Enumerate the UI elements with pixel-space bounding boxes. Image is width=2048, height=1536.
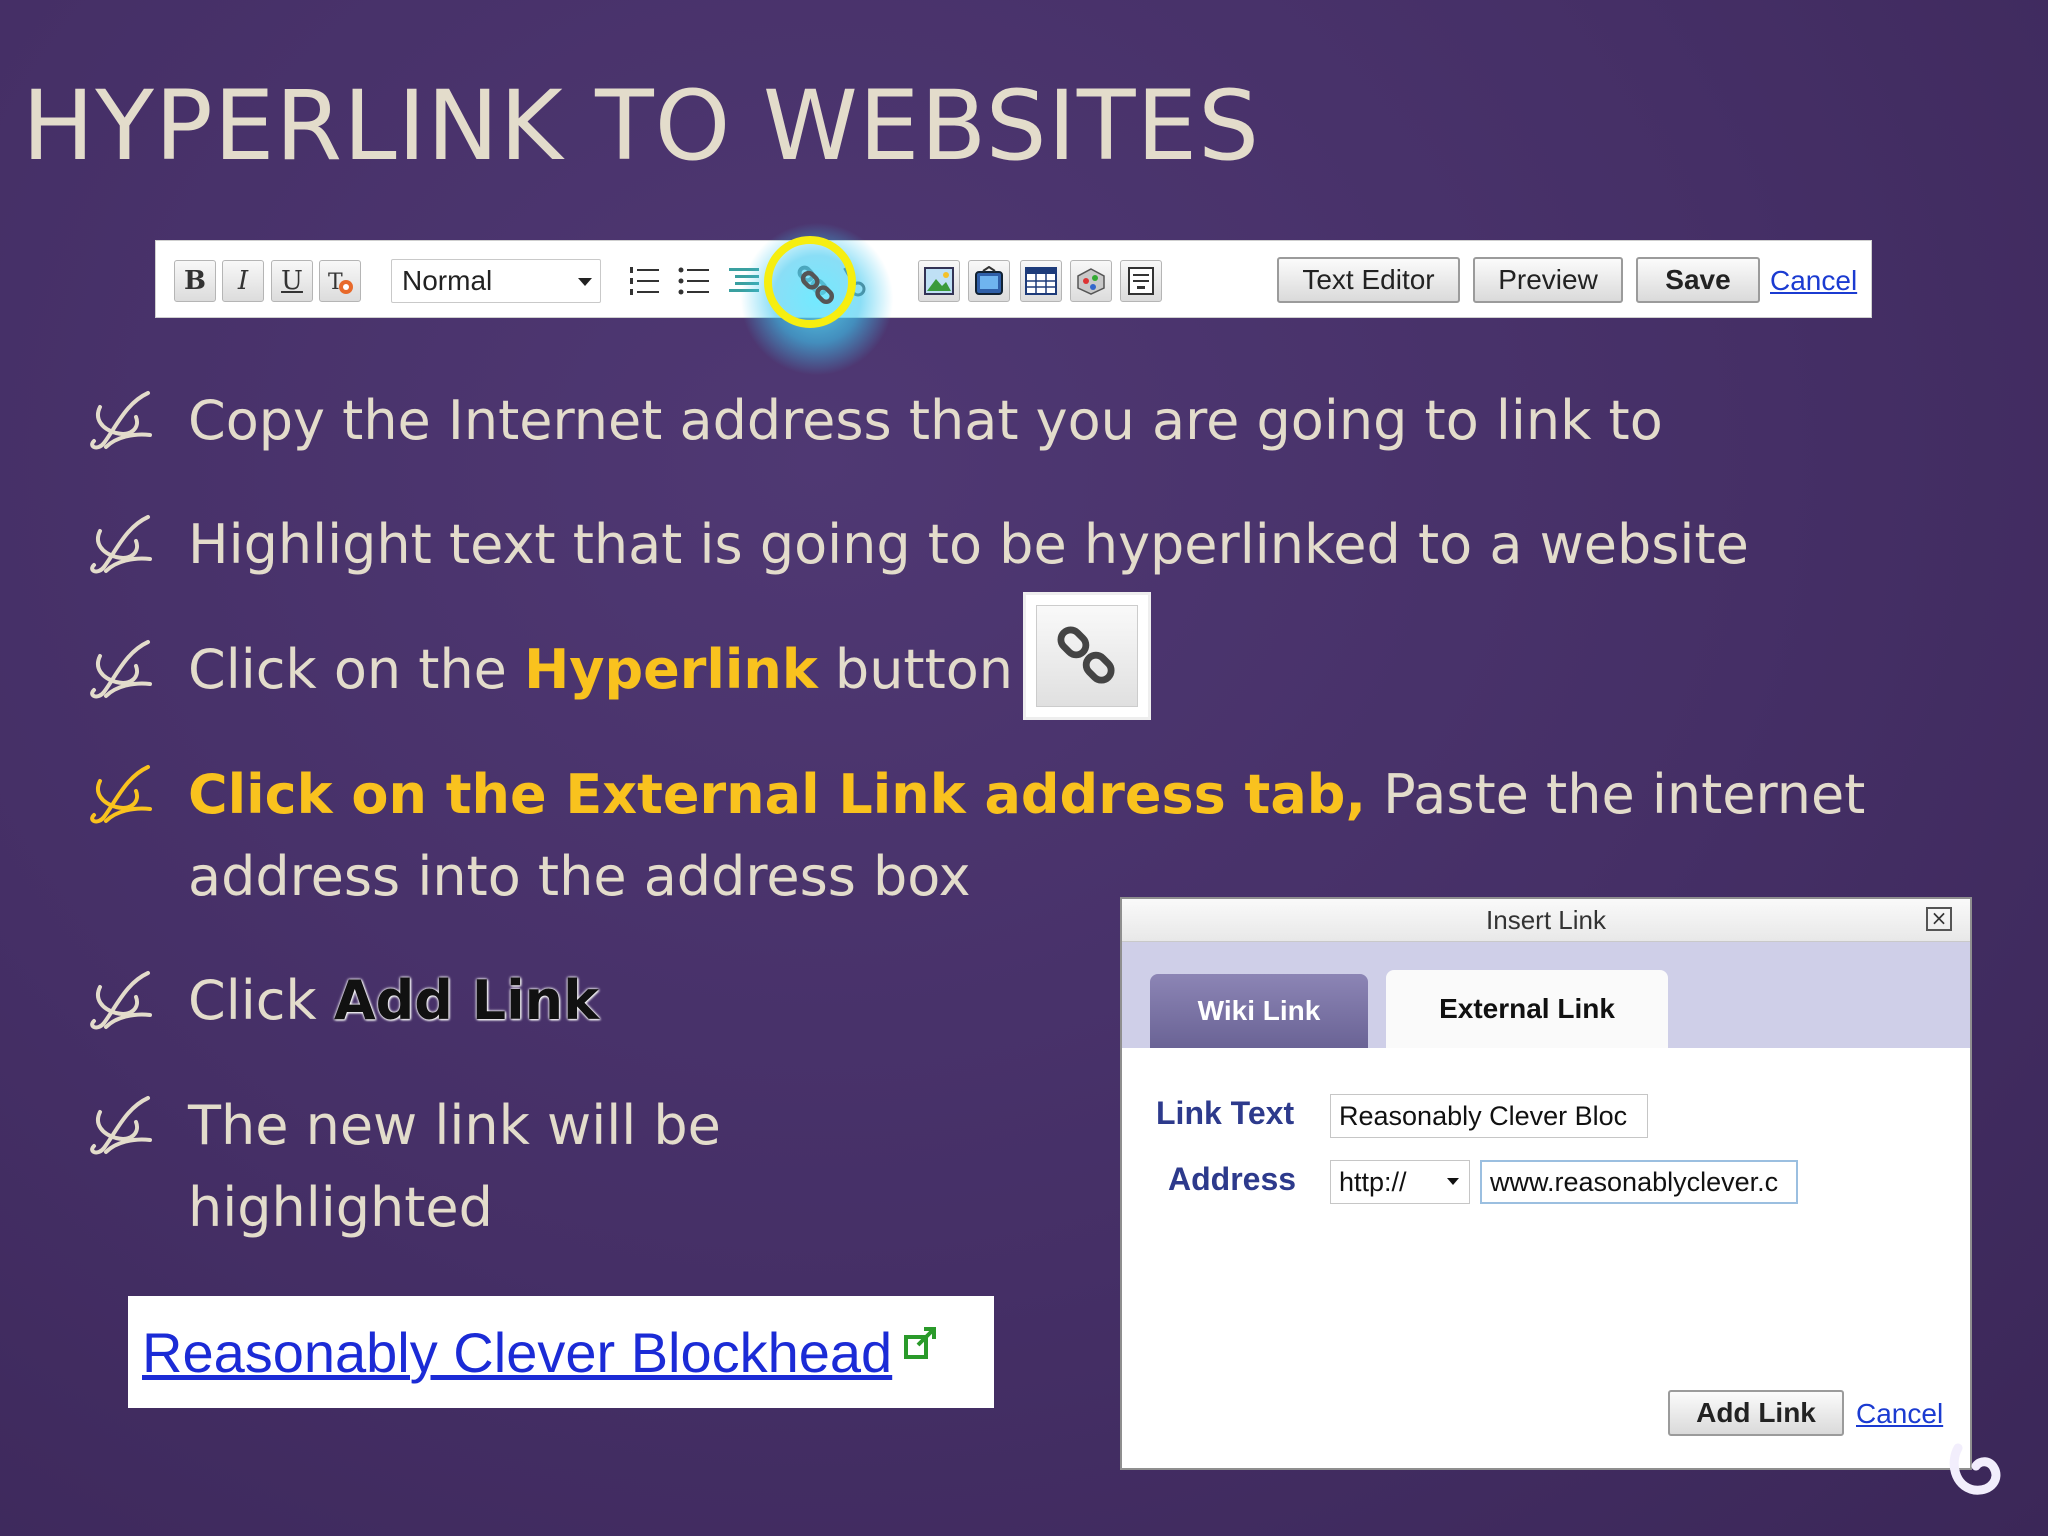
checkmark-bullet-icon [86, 754, 188, 836]
dialog-title: Insert Link [1486, 904, 1606, 935]
bullet-text-line2: highlighted [188, 1176, 493, 1239]
bullet-text: button [817, 638, 1014, 701]
protocol-select[interactable]: http:// [1330, 1160, 1470, 1204]
checkmark-bullet-icon [86, 380, 188, 462]
checkmark-bullet-icon [86, 960, 188, 1042]
checkmark-bullet-icon [86, 1085, 188, 1167]
close-icon[interactable]: × [1926, 907, 1952, 931]
checkmark-bullet-icon [86, 629, 188, 711]
text-editor-button[interactable]: Text Editor [1277, 257, 1460, 303]
chevron-down-icon [1447, 1178, 1459, 1185]
bullet-text: Copy the Internet address that you are g… [188, 389, 1663, 452]
bullet-text: Click [188, 969, 334, 1032]
cancel-link[interactable]: Cancel [1770, 265, 1857, 297]
chevron-down-icon [578, 278, 592, 286]
preview-button[interactable]: Preview [1473, 257, 1623, 303]
numbered-list-icon[interactable] [624, 260, 666, 302]
clear-format-icon[interactable]: T [319, 260, 361, 302]
address-value: www.reasonablyclever.c [1490, 1166, 1779, 1197]
bullet-text: Click on the [188, 638, 525, 701]
tab-wiki-link[interactable]: Wiki Link [1150, 974, 1368, 1048]
embed-icon[interactable] [1120, 260, 1162, 302]
hyperlink-icon [1036, 605, 1138, 707]
bullet-new-link: The new link will be highlighted [86, 1085, 721, 1249]
bullet-text: The new link will be [188, 1094, 721, 1157]
bullet-highlight: Click on the External Link address tab, [188, 763, 1366, 826]
italic-button[interactable]: I [222, 260, 264, 302]
external-link-icon [904, 1327, 937, 1359]
link-text-field[interactable]: Reasonably Clever Bloc [1330, 1094, 1648, 1138]
bullet-text-line2: address into the address box [188, 845, 971, 908]
dialog-cancel-link[interactable]: Cancel [1856, 1398, 1943, 1430]
underline-button[interactable]: U [271, 260, 313, 302]
link-preview: Reasonably Clever Blockhead [128, 1296, 994, 1408]
format-select[interactable]: Normal [391, 259, 601, 303]
image-icon[interactable] [918, 260, 960, 302]
save-button[interactable]: Save [1636, 257, 1760, 303]
bullet-text: Paste the internet [1365, 763, 1866, 826]
hyperlink-icon-highlighted [800, 270, 835, 305]
add-link-button[interactable]: Add Link [1668, 1390, 1844, 1436]
table-icon[interactable] [1020, 260, 1062, 302]
bullet-copy-address: Copy the Internet address that you are g… [86, 380, 1663, 462]
bullet-emphasis: Add Link [333, 969, 600, 1032]
dialog-titlebar: Insert Link × [1122, 899, 1970, 942]
checkmark-bullet-icon [86, 504, 188, 586]
dialog-tabs: Wiki Link External Link [1122, 942, 1970, 1048]
swirl-decoration-icon [1949, 1443, 2001, 1495]
bullet-list-icon[interactable] [674, 260, 716, 302]
address-label: Address [1168, 1161, 1297, 1197]
bullet-text: Highlight text that is going to be hyper… [188, 513, 1749, 576]
format-select-value: Normal [402, 265, 493, 296]
bullet-external-link-tab: Click on the External Link address tab, … [86, 754, 1865, 918]
insert-link-dialog: Insert Link × Wiki Link External Link Li… [1120, 897, 1972, 1470]
editor-toolbar: B I U T Normal Text Editor Preview Save … [155, 240, 1872, 318]
bullet-highlight: Hyperlink [524, 638, 818, 701]
bullet-click-add-link: Click Add Link [86, 960, 599, 1042]
slide-title: HYPERLINK TO WEBSITES [22, 70, 1261, 182]
preview-link[interactable]: Reasonably Clever Blockhead [142, 1320, 892, 1385]
link-text-value: Reasonably Clever Bloc [1339, 1100, 1628, 1131]
hyperlink-button-preview [1023, 592, 1151, 720]
widget-icon[interactable] [1070, 260, 1112, 302]
link-text-label: Link Text [1156, 1095, 1295, 1131]
bullet-click-hyperlink: Click on the Hyperlink button [86, 629, 1013, 711]
bullet-highlight-text: Highlight text that is going to be hyper… [86, 504, 1749, 586]
protocol-value: http:// [1339, 1166, 1407, 1197]
address-input[interactable]: www.reasonablyclever.c [1480, 1160, 1798, 1204]
video-icon[interactable] [968, 260, 1010, 302]
tab-external-link[interactable]: External Link [1386, 970, 1668, 1048]
bold-button[interactable]: B [174, 260, 216, 302]
